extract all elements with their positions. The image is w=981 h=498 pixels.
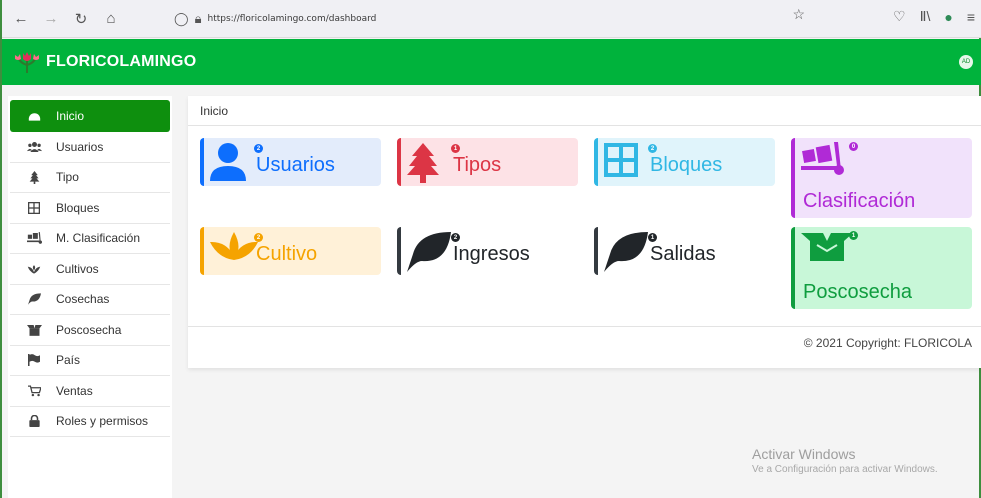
seedling-icon	[24, 263, 44, 275]
browser-toolbar: ← → ↻ ⌂ ◯ 🔒︎ https://floricolamingo.com/…	[2, 0, 981, 38]
main-panel: Inicio 2 Usuarios 1 Tipos 2 Bloques 0 Clasifica…	[188, 96, 981, 368]
leaf-icon	[24, 293, 44, 305]
sidebar-item-label: M. Clasificación	[56, 231, 141, 246]
card-label: Ingresos	[453, 243, 530, 265]
breadcrumb: Inicio	[188, 96, 981, 126]
count-badge: 0	[849, 142, 858, 151]
card-bloques[interactable]: 2 Bloques	[594, 138, 775, 186]
card-usuarios[interactable]: 2 Usuarios	[200, 138, 381, 186]
card-salidas[interactable]: 1 Salidas	[594, 227, 775, 275]
card-label: Salidas	[650, 243, 716, 265]
tree-icon	[407, 143, 439, 188]
footer-divider	[188, 326, 981, 327]
leaf-icon	[604, 232, 648, 277]
breadcrumb-item[interactable]: Inicio	[200, 104, 228, 118]
sidebar-item-label: Usuarios	[56, 139, 104, 154]
sidebar-item-label: País	[56, 353, 81, 368]
box-open-icon	[801, 231, 853, 266]
box-open-icon	[24, 324, 44, 336]
card-label: Clasificación	[803, 190, 916, 212]
arrow-left-icon[interactable]: ←	[10, 8, 32, 30]
card-label: Tipos	[453, 154, 502, 176]
bookmark-star-icon[interactable]: ☆	[792, 6, 805, 23]
menu-icon[interactable]: ≡	[967, 9, 975, 25]
sidebar-item-cultivos[interactable]: Cultivos	[10, 254, 170, 285]
sidebar-item-poscosecha[interactable]: Poscosecha	[10, 315, 170, 346]
users-icon	[24, 141, 44, 153]
user-icon	[210, 143, 246, 186]
extension-icon[interactable]: ●	[944, 9, 952, 25]
sidebar-item-inicio[interactable]: Inicio	[10, 100, 170, 132]
sidebar-item-label: Poscosecha	[56, 322, 122, 337]
app-header: FLORICOLAMINGO AD	[2, 39, 981, 85]
sidebar-item-label: Tipo	[56, 170, 79, 185]
library-icon[interactable]: Ⅱ\	[920, 8, 931, 25]
sidebar-item-tipo[interactable]: Tipo	[10, 163, 170, 193]
avatar[interactable]: AD	[959, 55, 973, 69]
tulip-logo-icon	[15, 52, 39, 73]
count-badge: 2	[254, 144, 263, 153]
sidebar-item-m-clasificaci-n[interactable]: M. Clasificación	[10, 224, 170, 254]
sidebar-item-label: Bloques	[56, 200, 100, 215]
cart-icon	[24, 385, 44, 397]
pocket-icon[interactable]: ♡	[893, 8, 906, 25]
dolly-icon	[24, 232, 44, 245]
card-poscosecha[interactable]: 1 Poscosecha	[791, 227, 972, 309]
url-bar[interactable]: ◯ 🔒︎ https://floricolamingo.com/dashboar…	[174, 6, 814, 32]
sidebar-item-ventas[interactable]: Ventas	[10, 376, 170, 407]
count-badge: 1	[849, 231, 858, 240]
brand[interactable]: FLORICOLAMINGO	[14, 51, 196, 73]
sidebar-item-label: Roles y permisos	[56, 414, 149, 429]
sidebar: Inicio Usuarios Tipo Bloques M. Clasificació…	[8, 96, 172, 498]
sidebar-item-roles-y-permisos[interactable]: Roles y permisos	[10, 407, 170, 437]
sidebar-item-label: Cosechas	[56, 292, 110, 307]
grid-icon	[24, 201, 44, 214]
sidebar-item-bloques[interactable]: Bloques	[10, 193, 170, 224]
card-ingresos[interactable]: 2 Ingresos	[397, 227, 578, 275]
windows-activation-subtitle: Ve a Configuración para activar Windows.	[752, 464, 938, 475]
tree-icon	[24, 170, 44, 184]
seedling-icon	[210, 232, 258, 265]
url-text: https://floricolamingo.com/dashboard	[207, 14, 377, 24]
sidebar-item-label: Cultivos	[56, 261, 99, 276]
leaf-icon	[407, 232, 451, 277]
windows-activation-title: Activar Windows	[752, 446, 856, 462]
sidebar-item-label: Inicio	[56, 109, 85, 123]
count-badge: 2	[451, 233, 460, 242]
card-label: Usuarios	[256, 154, 335, 176]
card-label: Poscosecha	[803, 281, 912, 303]
lock-icon	[24, 415, 44, 428]
shield-icon: ◯	[174, 11, 189, 26]
sidebar-item-cosechas[interactable]: Cosechas	[10, 285, 170, 315]
card-label: Cultivo	[256, 243, 318, 265]
card-label: Bloques	[650, 154, 723, 176]
count-badge: 2	[254, 233, 263, 242]
count-badge: 1	[451, 144, 460, 153]
grid-icon	[604, 143, 638, 182]
brand-name: FLORICOLAMINGO	[46, 53, 197, 70]
dashboard-icon	[24, 110, 44, 123]
card-clasificaci-n[interactable]: 0 Clasificación	[791, 138, 972, 218]
reload-icon[interactable]: ↻	[70, 8, 92, 30]
arrow-right-icon[interactable]: →	[40, 8, 62, 30]
sidebar-item-label: Ventas	[56, 383, 93, 398]
sidebar-item-pa-s[interactable]: País	[10, 346, 170, 376]
card-cultivo[interactable]: 2 Cultivo	[200, 227, 381, 275]
copyright: © 2021 Copyright: FLORICOLA	[803, 336, 972, 350]
sidebar-item-usuarios[interactable]: Usuarios	[10, 132, 170, 163]
lock-icon: 🔒︎	[194, 11, 202, 26]
home-icon[interactable]: ⌂	[100, 8, 122, 30]
flag-icon	[24, 354, 44, 367]
count-badge: 2	[648, 144, 657, 153]
dolly-icon	[801, 142, 845, 181]
count-badge: 1	[648, 233, 657, 242]
card-tipos[interactable]: 1 Tipos	[397, 138, 578, 186]
